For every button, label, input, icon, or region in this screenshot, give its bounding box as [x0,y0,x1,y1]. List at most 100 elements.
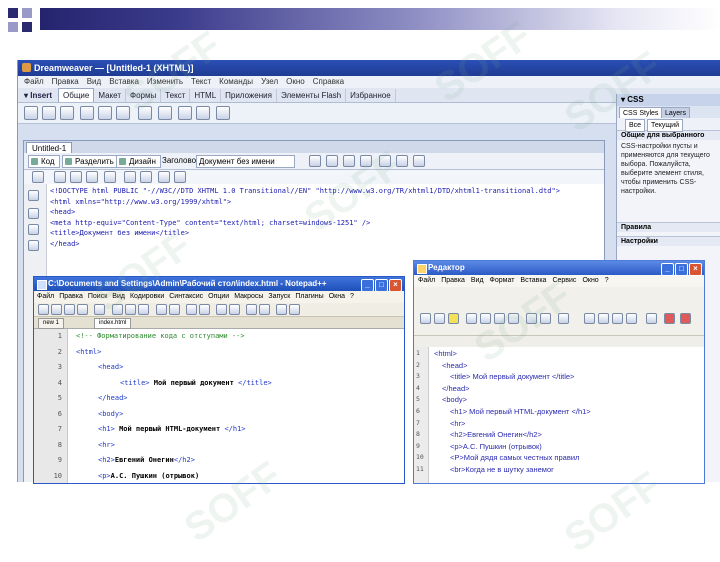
gutter-collapse-icon[interactable] [28,208,39,219]
menu-item[interactable]: ? [350,293,354,300]
menu-item[interactable]: Правка [52,77,79,86]
redo-icon[interactable] [169,304,180,315]
save-all-icon[interactable] [77,304,88,315]
insert-tab[interactable]: Формы [126,89,162,102]
close-icon[interactable]: × [389,279,402,291]
email-link-icon[interactable] [42,106,56,120]
view-options-icon[interactable] [360,155,372,167]
tab-index-html[interactable]: index.html [94,318,132,329]
tab-new-1[interactable]: new 1 [38,318,65,329]
menu-item[interactable]: Опции [208,293,229,300]
undo-icon[interactable] [156,304,167,315]
replace-icon[interactable] [199,304,210,315]
insert-tab[interactable]: Общие [58,88,95,102]
editor-paste-icon[interactable] [508,313,519,324]
split-view-button[interactable]: Разделить [62,155,119,168]
insert-tab[interactable]: Текст [161,89,191,102]
css-panel-header[interactable]: ▾ CSS [617,94,720,106]
insert-tab[interactable]: Избранное [346,89,396,102]
editor-help-icon[interactable] [646,313,657,324]
menu-item[interactable]: Вид [112,293,125,300]
insert-tab[interactable]: Приложения [221,89,277,102]
uncomment-code-icon[interactable] [174,171,186,183]
collapse-tag-icon[interactable] [54,171,66,183]
balance-braces-icon[interactable] [104,171,116,183]
editor-new-icon[interactable] [420,313,431,324]
editor-maximize-icon[interactable]: □ [675,263,688,276]
hyperlink-icon[interactable] [24,106,38,120]
title-input[interactable]: Документ без имени [196,155,295,168]
section-properties-heading[interactable]: Настройки [617,236,720,246]
menu-item[interactable]: Вставка [520,277,546,284]
play-macro-icon[interactable] [289,304,300,315]
editor-align-icon[interactable] [626,313,637,324]
minimize-icon[interactable]: _ [361,279,374,291]
menu-item[interactable]: Окно [286,77,305,86]
menu-item[interactable]: Макросы [234,293,263,300]
editor-italic-icon[interactable] [598,313,609,324]
menu-item[interactable]: Изменить [147,77,183,86]
editor-cut-icon[interactable] [480,313,491,324]
anchor-icon[interactable] [60,106,74,120]
insert-tab[interactable]: HTML [190,89,222,102]
menu-item[interactable]: Кодировки [130,293,164,300]
menu-item[interactable]: Текст [191,77,211,86]
image-icon[interactable] [116,106,130,120]
print-icon[interactable] [94,304,105,315]
menu-item[interactable]: Файл [37,293,54,300]
menu-item[interactable]: Файл [418,277,435,284]
menu-item[interactable]: Файл [24,77,44,86]
menu-item[interactable]: Правка [441,277,465,284]
design-view-button[interactable]: Дизайн [116,155,161,168]
comment-code-icon[interactable] [158,171,170,183]
editor-stop-icon[interactable] [664,313,675,324]
menu-item[interactable]: Правка [59,293,83,300]
paste-icon[interactable] [138,304,149,315]
find-icon[interactable] [186,304,197,315]
insert-label[interactable]: ▾ Insert [18,89,58,102]
menu-item[interactable]: Вид [471,277,484,284]
menu-item[interactable]: Синтаксис [169,293,203,300]
menu-item[interactable]: Запуск [268,293,290,300]
template-icon[interactable] [196,106,210,120]
expand-all-icon[interactable] [70,171,82,183]
select-parent-icon[interactable] [86,171,98,183]
table-icon[interactable] [80,106,94,120]
gutter-open-icon[interactable] [28,190,39,201]
zoom-in-icon[interactable] [216,304,227,315]
browser-check-icon[interactable] [413,155,425,167]
maximize-icon[interactable]: □ [375,279,388,291]
date-icon[interactable] [158,106,172,120]
menu-item[interactable]: Поиск [88,293,107,300]
menu-item[interactable]: Окно [582,277,598,284]
menu-item[interactable]: Узел [261,77,278,86]
copy-icon[interactable] [125,304,136,315]
file-management-icon[interactable] [309,155,321,167]
media-icon[interactable] [138,106,152,120]
editor-find-icon[interactable] [558,313,569,324]
new-file-icon[interactable] [38,304,49,315]
editor-underline-icon[interactable] [612,313,623,324]
save-icon[interactable] [64,304,75,315]
section-rules-heading[interactable]: Правила [617,222,720,232]
visual-aids-icon[interactable] [379,155,391,167]
line-numbers-icon[interactable] [124,171,136,183]
notepad-editor[interactable]: 1 2 3 4 5 6 7 8 9 10 <!-- Форматирование кода с о… [34,329,404,483]
open-file-icon[interactable] [51,304,62,315]
menu-item[interactable]: Справка [313,77,344,86]
editor-run-icon[interactable] [680,313,691,324]
menu-item[interactable]: Сервис [552,277,576,284]
tag-chooser-icon[interactable] [216,106,230,120]
comment-icon[interactable] [178,106,192,120]
editor-undo-icon[interactable] [526,313,537,324]
editor-folder-icon[interactable] [448,313,459,324]
gutter-indent-icon[interactable] [28,240,39,251]
highlight-invalid-icon[interactable] [140,171,152,183]
insert-tab[interactable]: Элементы Flash [277,89,347,102]
editor-redo-icon[interactable] [540,313,551,324]
editor-minimize-icon[interactable]: _ [661,263,674,276]
editor-open-icon[interactable] [434,313,445,324]
show-all-icon[interactable] [259,304,270,315]
menu-item[interactable]: ? [605,277,609,284]
menu-item[interactable]: Плагины [295,293,323,300]
